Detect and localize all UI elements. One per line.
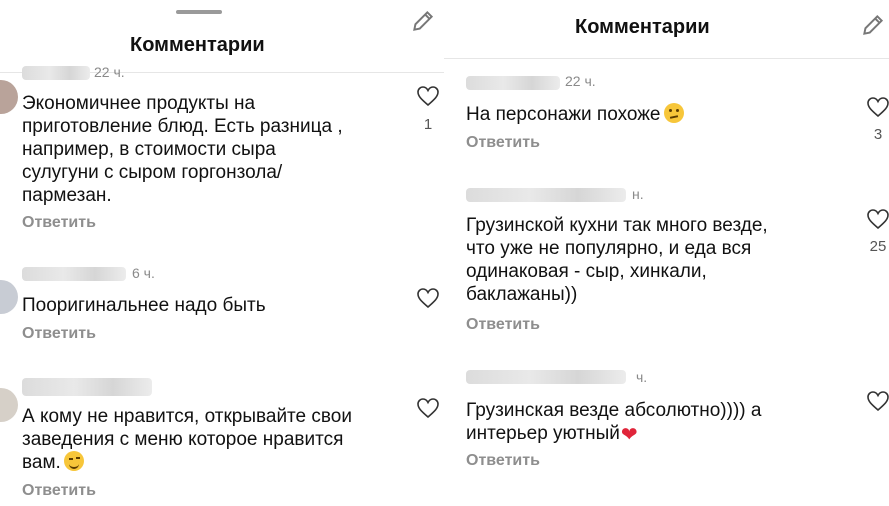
comment-time: 22 ч.	[94, 64, 125, 80]
heart-icon[interactable]	[416, 85, 440, 107]
pencil-icon[interactable]	[410, 8, 436, 34]
heart-icon[interactable]	[866, 390, 889, 412]
username-blurred[interactable]	[466, 76, 560, 90]
comment-time: 6 ч.	[132, 265, 155, 281]
reply-button[interactable]: Ответить	[466, 134, 540, 152]
header-divider	[444, 58, 889, 59]
heart-icon[interactable]	[866, 208, 889, 230]
username-blurred[interactable]	[466, 370, 626, 384]
reply-button[interactable]: Ответить	[466, 316, 540, 334]
heart-icon[interactable]	[866, 96, 889, 118]
comments-panel-left: Комментарии 22 ч. Экономичнее продукты н…	[0, 0, 444, 506]
reply-button[interactable]: Ответить	[22, 325, 96, 343]
comment-time: 22 ч.	[565, 73, 596, 89]
comment-text: Грузинской кухни так много везде, что уж…	[466, 215, 768, 305]
drag-handle[interactable]	[176, 10, 222, 14]
comment-text: На персонажи похоже	[466, 103, 684, 126]
reply-button[interactable]: Ответить	[22, 214, 96, 232]
pencil-icon[interactable]	[860, 12, 886, 38]
winking-face-icon	[63, 451, 84, 471]
like-count: 1	[423, 116, 433, 133]
comment-time: н.	[632, 186, 644, 202]
avatar[interactable]	[0, 280, 18, 314]
heart-icon[interactable]	[416, 287, 440, 309]
comment-text: А кому не нравится, открывайте свои заве…	[22, 406, 352, 473]
comment-text: Пооригинальнее надо быть	[22, 295, 266, 316]
page-title: Комментарии	[575, 16, 710, 38]
username-blurred[interactable]	[22, 378, 152, 396]
comment-time: ч.	[636, 369, 648, 385]
username-blurred[interactable]	[22, 267, 126, 281]
comment-text: Экономичнее продукты на приготовление бл…	[22, 93, 343, 206]
comment-text: Грузинская везде абсолютно)))) а интерье…	[466, 400, 762, 446]
page-title: Комментарии	[130, 34, 265, 56]
like-count: 3	[873, 126, 883, 143]
avatar[interactable]	[0, 80, 18, 114]
avatar[interactable]	[0, 388, 18, 422]
like-count: 25	[869, 238, 887, 255]
username-blurred[interactable]	[466, 188, 626, 202]
thinking-face-icon	[663, 103, 684, 123]
username-blurred[interactable]	[22, 66, 90, 80]
red-heart-icon: ❤	[620, 424, 638, 446]
heart-icon[interactable]	[416, 397, 440, 419]
reply-button[interactable]: Ответить	[22, 482, 96, 500]
reply-button[interactable]: Ответить	[466, 452, 540, 470]
comments-panel-right: Комментарии 22 ч. На персонажи похоже От…	[444, 0, 889, 506]
